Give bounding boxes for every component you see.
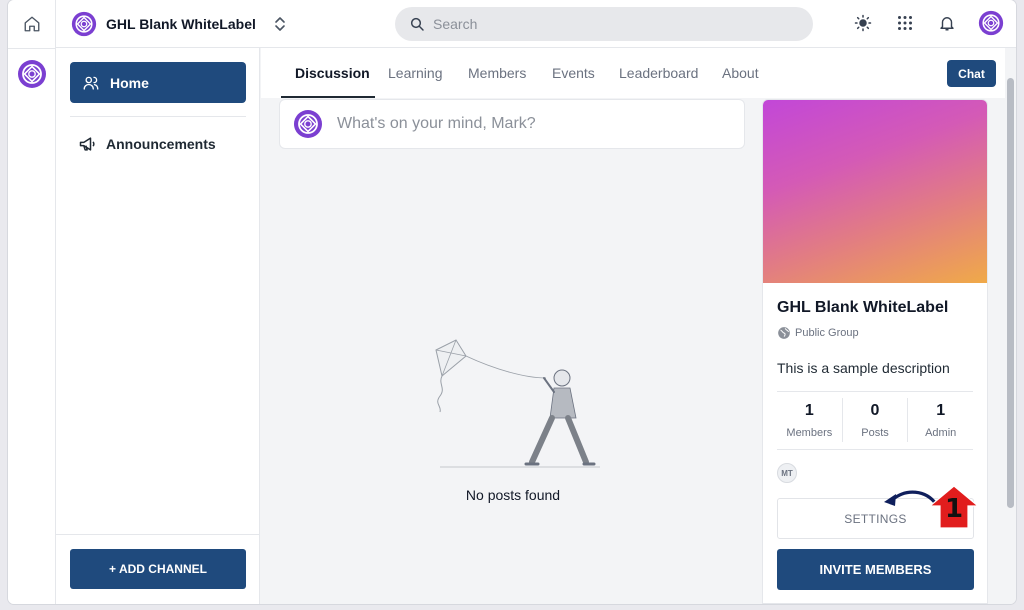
search-input[interactable]: [433, 16, 793, 32]
composer-avatar: [294, 110, 322, 138]
stat-value: 0: [870, 402, 880, 419]
tab-about[interactable]: About: [722, 65, 759, 81]
tab-learning[interactable]: Learning: [388, 65, 443, 81]
scrollbar-thumb[interactable]: [1007, 78, 1014, 508]
group-stats: 1 Members 0 Posts 1 Admin: [777, 398, 973, 442]
rail-divider: [8, 48, 56, 49]
group-switcher[interactable]: GHL Blank WhiteLabel: [71, 11, 287, 37]
empty-state-text: No posts found: [465, 487, 561, 503]
chevron-updown-icon[interactable]: [273, 15, 287, 33]
stats-divider: [777, 391, 973, 392]
post-composer[interactable]: What's on your mind, Mark?: [279, 99, 745, 149]
sidebar-item-home[interactable]: Home: [70, 62, 246, 103]
top-bar: GHL Blank WhiteLabel: [56, 0, 1016, 48]
tab-leaderboard[interactable]: Leaderboard: [619, 65, 698, 81]
sidebar-bottom-divider: [56, 534, 260, 535]
scrollbar[interactable]: [1005, 48, 1016, 604]
add-channel-button[interactable]: + ADD CHANNEL: [70, 549, 246, 589]
app-rail: [8, 0, 56, 604]
kite-illustration: [435, 339, 600, 468]
user-avatar[interactable]: [978, 10, 1004, 36]
group-cover-image: [763, 100, 987, 283]
stat-value: 1: [936, 402, 946, 419]
privacy-text: Public Group: [795, 327, 859, 339]
step-annotation: 1: [880, 484, 982, 530]
stat-admin: 1 Admin: [907, 398, 973, 442]
stat-label: Members: [786, 427, 833, 439]
curved-arrow-icon: [884, 485, 980, 529]
tab-events[interactable]: Events: [552, 65, 595, 81]
stat-label: Admin: [925, 427, 957, 439]
brand-logo-icon: [71, 11, 97, 37]
bell-icon[interactable]: [936, 12, 958, 34]
apps-grid-icon[interactable]: [894, 12, 916, 34]
sun-icon[interactable]: [852, 12, 874, 34]
tab-bar: Discussion Learning Members Events Leade…: [261, 48, 1016, 98]
channel-sidebar: Home Announcements + ADD CHANNEL: [56, 48, 260, 604]
stats-divider: [777, 449, 973, 450]
megaphone-icon: [79, 137, 95, 151]
search-bar[interactable]: [395, 7, 813, 41]
step-number: 1: [944, 494, 964, 524]
group-description: This is a sample description: [777, 360, 950, 376]
active-tab-indicator: [281, 96, 375, 98]
stat-members: 1 Members: [777, 398, 842, 442]
tab-discussion[interactable]: Discussion: [295, 65, 370, 81]
sidebar-item-label: Announcements: [106, 136, 216, 152]
sidebar-item-label: Home: [110, 74, 149, 91]
globe-icon: [778, 327, 790, 339]
home-icon[interactable]: [20, 12, 44, 36]
group-name: GHL Blank WhiteLabel: [106, 16, 256, 32]
privacy-badge: Public Group: [777, 326, 859, 340]
top-actions: [852, 10, 1004, 36]
search-icon: [410, 17, 424, 31]
sidebar-item-announcements[interactable]: Announcements: [78, 134, 216, 154]
chat-button[interactable]: Chat: [947, 60, 996, 87]
invite-members-button[interactable]: INVITE MEMBERS: [777, 549, 974, 590]
stat-value: 1: [804, 402, 814, 419]
stat-label: Posts: [861, 427, 889, 439]
empty-state: No posts found: [408, 330, 618, 510]
tab-members[interactable]: Members: [468, 65, 526, 81]
sidebar-divider: [70, 116, 246, 117]
users-icon: [83, 76, 99, 90]
group-logo-icon[interactable]: [17, 59, 47, 94]
stat-posts: 0 Posts: [841, 398, 908, 442]
group-card-title: GHL Blank WhiteLabel: [777, 299, 949, 316]
composer-placeholder: What's on your mind, Mark?: [337, 115, 536, 132]
member-avatar[interactable]: MT: [777, 463, 797, 483]
app-window: GHL Blank WhiteLabel Search Home Announc…: [8, 0, 1016, 604]
